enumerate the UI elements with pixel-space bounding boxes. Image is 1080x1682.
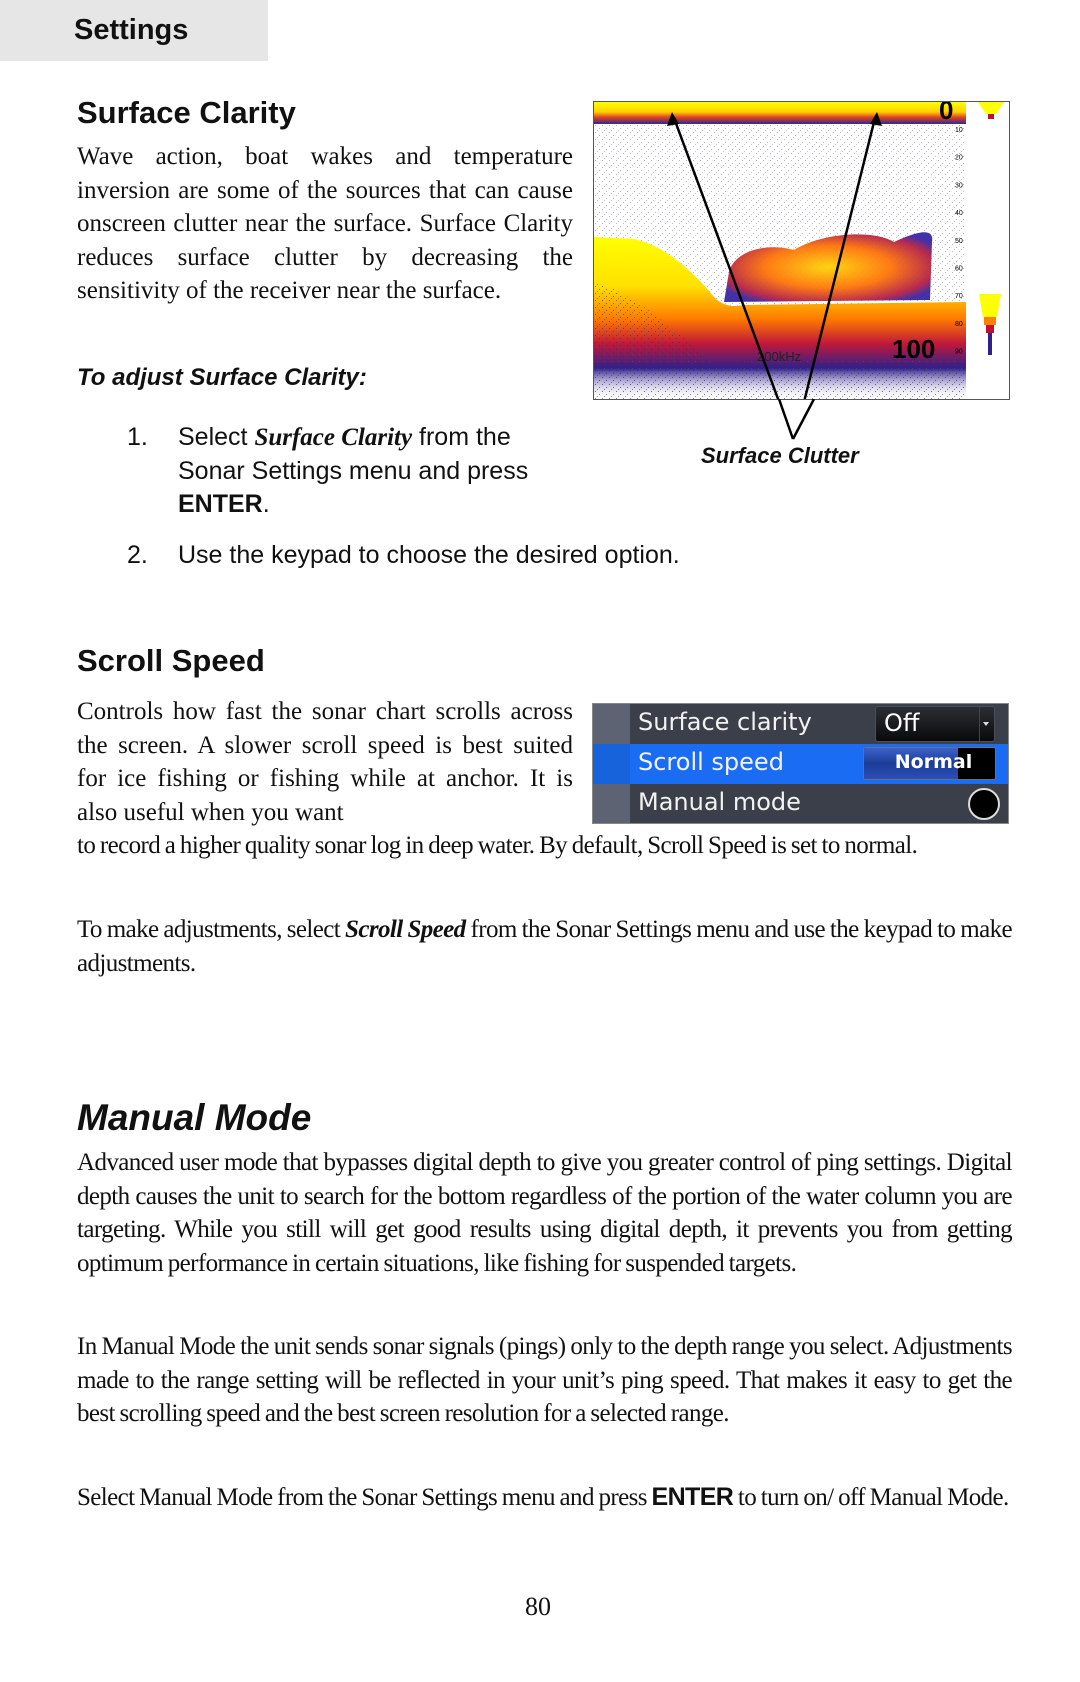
manual-mode-toggle[interactable] <box>968 788 1000 820</box>
page-number: 80 <box>525 1592 551 1621</box>
amplitude-scope <box>966 102 1009 399</box>
depth-tick-label: 30 <box>955 182 963 189</box>
step-text: Use the keypad to choose the desired opt… <box>178 541 680 569</box>
menu-row-label: Manual mode <box>638 788 801 816</box>
menu-item-reference: Surface Clarity <box>254 424 413 451</box>
sonar-settings-menu: Surface clarity Off Scroll speed Normal … <box>592 703 1009 824</box>
slider-value: Normal <box>894 751 973 773</box>
dropdown-value: Off <box>884 709 920 737</box>
scroll-speed-body-continued: to record a higher quality sonar log in … <box>77 832 918 859</box>
range-top-label: 0 <box>939 102 953 125</box>
figure-caption: Surface Clutter <box>701 443 859 468</box>
depth-tick-label: 90 <box>955 349 963 356</box>
manual-mode-heading: Manual Mode <box>77 1097 312 1138</box>
scroll-speed-heading: Scroll Speed <box>77 643 265 678</box>
menu-row-scroll-speed[interactable]: Scroll speed Normal <box>593 744 1008 784</box>
surface-clarity-heading: Surface Clarity <box>77 95 296 130</box>
enter-key-reference: ENTER <box>178 490 263 518</box>
sonar-screenshot: 0 10 20 30 40 50 60 70 80 90 100 200kHz <box>593 101 1010 400</box>
step-number: 2. <box>127 541 148 569</box>
manual-mode-para-3: Select Manual Mode from the Sonar Settin… <box>77 1483 1009 1511</box>
depth-tick-label: 20 <box>955 155 963 162</box>
manual-mode-para-1: Advanced user mode that bypasses digital… <box>77 1149 1013 1277</box>
chevron-down-icon <box>983 722 989 726</box>
manual-mode-para-2: In Manual Mode the unit sends sonar sign… <box>77 1333 1013 1427</box>
depth-tick-label: 40 <box>955 210 963 217</box>
section-tab: Settings <box>0 0 268 61</box>
range-bottom-label: 100 <box>892 334 935 364</box>
depth-tick-label: 50 <box>955 238 963 245</box>
procedure-heading: To adjust Surface Clarity: <box>77 364 367 391</box>
menu-row-label: Scroll speed <box>638 748 784 776</box>
surface-clarity-body: Wave action, boat wakes and temperature … <box>77 143 573 304</box>
scroll-speed-adjust-text: To make adjustments, select Scroll Speed… <box>77 916 1013 977</box>
surface-clarity-dropdown[interactable]: Off <box>875 706 995 742</box>
step-2: 2. Use the keypad to choose the desired … <box>127 539 927 573</box>
sonar-image: 0 102030405060708090 100 200kHz <box>594 102 1009 399</box>
step-number: 1. <box>127 423 148 451</box>
section-tab-label: Settings <box>74 14 189 46</box>
menu-row-manual-mode[interactable]: Manual mode <box>593 784 1008 823</box>
scroll-speed-body-wrapped: Controls how fast the sonar chart scroll… <box>77 698 573 826</box>
enter-key-reference: ENTER <box>651 1483 734 1511</box>
scroll-speed-slider[interactable]: Normal <box>863 747 996 780</box>
surface-clutter-band <box>594 102 966 124</box>
menu-row-surface-clarity[interactable]: Surface clarity Off <box>593 704 1008 744</box>
step-1: 1. Select Surface Clarity from the Sonar… <box>127 421 567 531</box>
step-text: Select Surface Clarity from the Sonar Se… <box>178 423 529 518</box>
depth-tick-label: 60 <box>955 266 963 273</box>
depth-tick-label: 70 <box>955 293 963 300</box>
menu-row-label: Surface clarity <box>638 708 812 736</box>
depth-tick-label: 80 <box>955 321 963 328</box>
callout-arrow-tails <box>777 399 816 440</box>
menu-item-reference: Scroll Speed <box>345 916 466 943</box>
depth-tick-label: 10 <box>955 127 963 134</box>
